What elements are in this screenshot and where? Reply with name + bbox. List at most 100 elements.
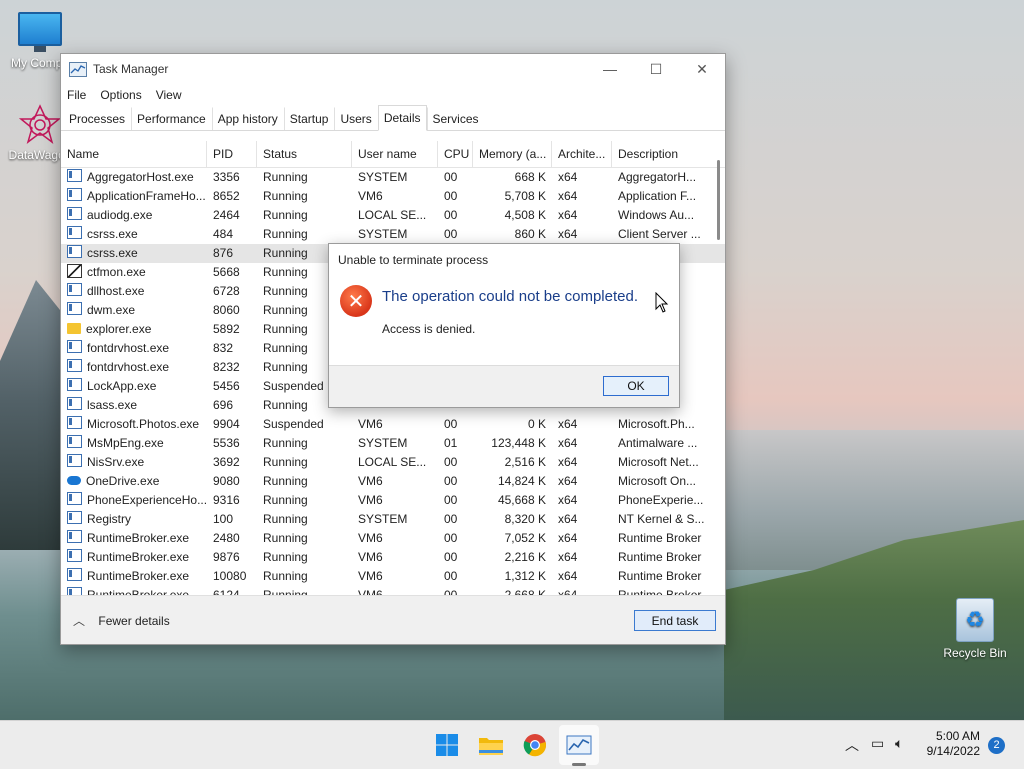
process-icon	[67, 416, 82, 429]
cell-cpu: 00	[438, 415, 473, 434]
cell-user: VM6	[352, 529, 438, 548]
table-row[interactable]: AggregatorHost.exe 3356 Running SYSTEM 00 668…	[61, 168, 725, 187]
cell-text: VM6	[358, 550, 383, 564]
table-row[interactable]: RuntimeBroker.exe 9876 Running VM6 00 2,216 K…	[61, 548, 725, 567]
menu-view[interactable]: View	[156, 88, 182, 102]
table-row[interactable]: RuntimeBroker.exe 10080 Running VM6 00 1,312 …	[61, 567, 725, 586]
cell-arch: x64	[552, 548, 612, 567]
scroll-thumb[interactable]	[717, 160, 720, 240]
cell-mem: 5,708 K	[473, 187, 552, 206]
cell-name: MsMpEng.exe	[61, 434, 207, 453]
cell-text: PhoneExperie...	[618, 493, 704, 507]
col-user-name[interactable]: User name	[352, 141, 438, 167]
tab-details[interactable]: Details	[377, 105, 427, 131]
cell-user: VM6	[352, 548, 438, 567]
tab-performance[interactable]: Performance	[131, 107, 212, 130]
cell-name: PhoneExperienceHo...	[61, 491, 207, 510]
col-name[interactable]: Name	[61, 141, 207, 167]
cell-text: 8652	[213, 189, 240, 203]
col-description[interactable]: Description	[612, 141, 710, 167]
desktop-icon-recycle-bin[interactable]: ♻ Recycle Bin	[935, 598, 1015, 660]
chevron-up-icon[interactable]: ︿	[845, 735, 859, 755]
cell-text: fontdrvhost.exe	[87, 360, 170, 374]
cell-text: x64	[558, 227, 578, 241]
table-row[interactable]: ApplicationFrameHo... 8652 Running VM6 00 5,7…	[61, 187, 725, 206]
table-row[interactable]: csrss.exe 484 Running SYSTEM 00 860 K x64 Clien…	[61, 225, 725, 244]
tab-app-history[interactable]: App history	[211, 107, 284, 130]
table-row[interactable]: RuntimeBroker.exe 2480 Running VM6 00 7,052 K…	[61, 529, 725, 548]
cell-text: SYSTEM	[358, 512, 408, 526]
cell-mem: 14,824 K	[473, 472, 552, 491]
maximize-button[interactable]: ☐	[633, 54, 679, 84]
windows-start-icon[interactable]	[433, 731, 461, 759]
col-cpu[interactable]: CPU	[438, 141, 473, 167]
cell-arch: x64	[552, 472, 612, 491]
menu-options[interactable]: Options	[100, 88, 141, 102]
process-icon	[67, 492, 82, 505]
cell-pid: 5456	[207, 377, 257, 396]
cloud-icon	[67, 476, 81, 485]
tab-users[interactable]: Users	[334, 107, 377, 130]
titlebar[interactable]: Task Manager — ☐ ✕	[61, 54, 725, 84]
table-row[interactable]: Microsoft.Photos.exe 9904 Suspended VM6 00 0 …	[61, 415, 725, 434]
folder-icon	[67, 323, 81, 334]
tab-startup[interactable]: Startup	[283, 107, 335, 130]
cell-name: LockApp.exe	[61, 377, 207, 396]
menu-file[interactable]: File	[67, 88, 86, 102]
cell-text: x64	[558, 436, 578, 450]
maximize-icon: ☐	[649, 60, 663, 77]
tab-processes[interactable]: Processes	[63, 107, 131, 130]
table-row[interactable]: OneDrive.exe 9080 Running VM6 00 14,824 K x64 M…	[61, 472, 725, 491]
minimize-button[interactable]: —	[587, 54, 633, 84]
cell-text: RuntimeBroker.exe	[87, 531, 190, 545]
chrome-icon[interactable]	[521, 731, 549, 759]
cell-text: ApplicationFrameHo...	[87, 189, 206, 203]
notification-badge[interactable]: 2	[988, 737, 1005, 754]
col-architecture[interactable]: Archite...	[552, 141, 612, 167]
ok-button[interactable]: OK	[603, 376, 669, 396]
col-pid[interactable]: PID	[207, 141, 257, 167]
recycle-bin-icon: ♻	[956, 598, 994, 642]
tab-services[interactable]: Services	[426, 107, 485, 130]
cell-name: RuntimeBroker.exe	[61, 548, 207, 567]
cell-text: 5456	[213, 379, 240, 393]
fewer-details-button[interactable]: ︿ Fewer details	[73, 612, 170, 629]
cell-cpu: 00	[438, 168, 473, 187]
col-status[interactable]: Status	[257, 141, 352, 167]
volume-icon[interactable]: 🔈︎	[895, 735, 903, 752]
cell-desc: PhoneExperie...	[612, 491, 710, 510]
table-row[interactable]: Registry 100 Running SYSTEM 00 8,320 K x64 NT K…	[61, 510, 725, 529]
cell-pid: 696	[207, 396, 257, 415]
vertical-scrollbar[interactable]	[716, 160, 722, 584]
cell-text: 9316	[213, 493, 240, 507]
cell-text: 00	[444, 512, 458, 526]
cell-text: Runtime Broker	[618, 531, 702, 545]
file-explorer-icon[interactable]	[477, 731, 505, 759]
network-icon[interactable]: ▭	[871, 735, 884, 752]
cell-pid: 8232	[207, 358, 257, 377]
cell-text: SYSTEM	[358, 227, 408, 241]
cell-text: 8060	[213, 303, 240, 317]
cell-text: VM6	[358, 569, 383, 583]
cell-text: x64	[558, 189, 578, 203]
table-row[interactable]: audiodg.exe 2464 Running LOCAL SE... 00 4,508…	[61, 206, 725, 225]
process-icon	[67, 283, 82, 296]
end-task-button[interactable]: End task	[634, 610, 716, 631]
clock[interactable]: 5:00 AM 9/14/2022	[927, 729, 980, 759]
close-button[interactable]: ✕	[679, 54, 725, 84]
cell-pid: 5892	[207, 320, 257, 339]
taskbar: ︿ ▭ 🔈︎ 5:00 AM 9/14/2022 2	[0, 720, 1024, 769]
sort-up-icon: ^	[129, 140, 134, 146]
table-row[interactable]: PhoneExperienceHo... 9316 Running VM6 00 45,6…	[61, 491, 725, 510]
cell-text: VM6	[358, 417, 383, 431]
task-manager-taskbar-icon[interactable]	[565, 731, 593, 759]
cell-text: x64	[558, 493, 578, 507]
process-icon	[67, 359, 82, 372]
col-memory[interactable]: Memory (a...	[473, 141, 552, 167]
table-row[interactable]: NisSrv.exe 3692 Running LOCAL SE... 00 2,516 …	[61, 453, 725, 472]
fewer-details-label: Fewer details	[98, 614, 170, 628]
cell-desc: Application F...	[612, 187, 710, 206]
cell-mem: 668 K	[473, 168, 552, 187]
process-icon	[67, 245, 82, 258]
table-row[interactable]: MsMpEng.exe 5536 Running SYSTEM 01 123,448 K x…	[61, 434, 725, 453]
